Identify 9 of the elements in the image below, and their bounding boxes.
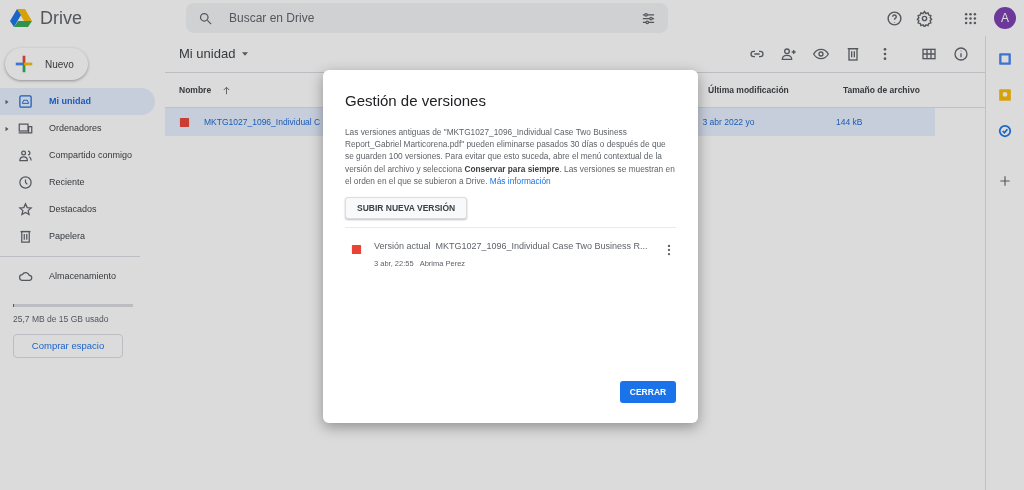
dialog-title: Gestión de versiones — [345, 92, 487, 110]
file-size: 144 kB — [836, 116, 863, 127]
modified-date: 3 abr 2022 yo — [702, 116, 755, 127]
app-title: Drive — [40, 6, 83, 30]
storage-usage-text: 25,7 MB de 15 GB usado — [13, 313, 109, 326]
version-label: Versión actual — [374, 240, 431, 253]
version-file-name: MKTG1027_1096_Individual Case Two Business R... — [435, 240, 648, 253]
file-name: MKTG1027_1096_Individual C — [204, 115, 321, 129]
description-text: Las versiones antiguas de "MKTG1027_1096_Individual Case Two Business Report_Gabriel Marticorena.pdf" pueden eliminarse pasados 30 días o después de que se guarden 100 versiones. Para evitar que esto suceda, abre el menú contextual de la versión del archivo y selecciona Conservar para siempre. Las versiones se muestran en el orden en el que se subieron a Drive. Más información — [345, 126, 676, 187]
